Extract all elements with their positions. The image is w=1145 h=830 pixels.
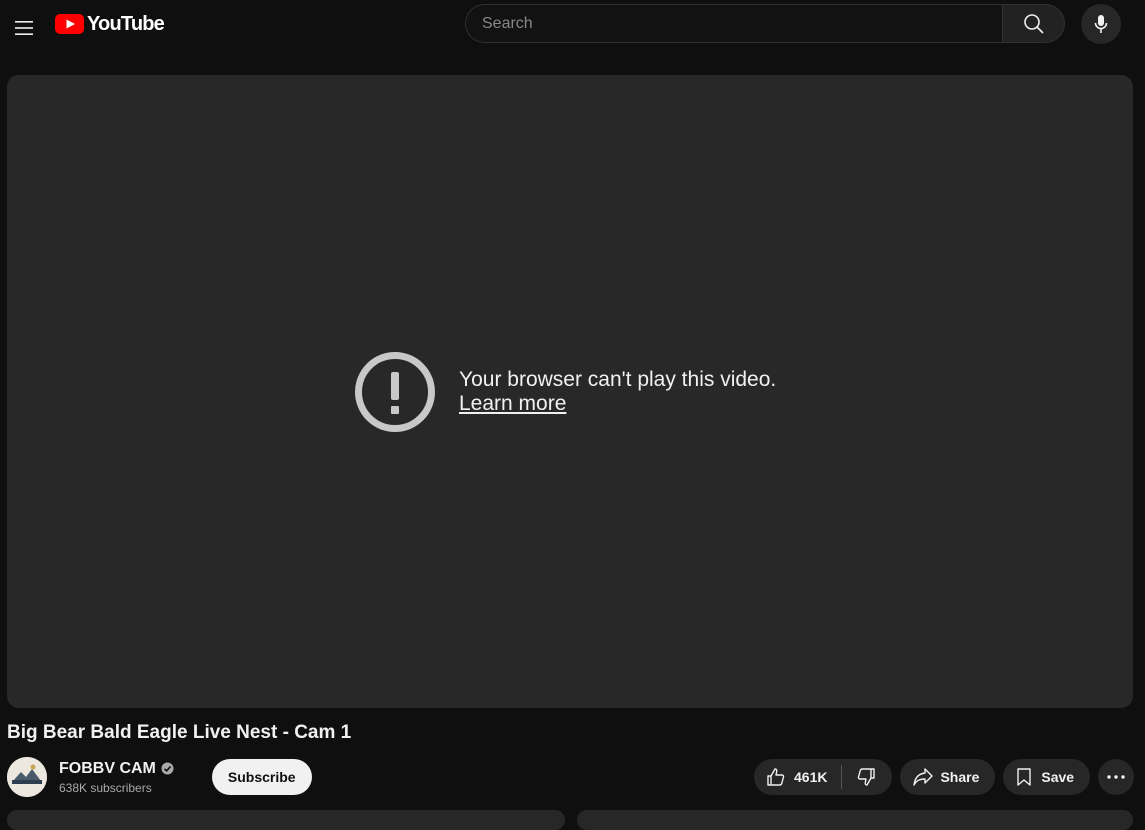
learn-more-link[interactable]: Learn more bbox=[459, 392, 776, 416]
like-button[interactable]: 461K bbox=[754, 759, 841, 795]
search-button[interactable] bbox=[1002, 4, 1065, 43]
description-card[interactable] bbox=[7, 810, 565, 830]
logo-wordmark: YouTube bbox=[87, 12, 165, 35]
dislike-icon bbox=[858, 768, 876, 786]
like-icon bbox=[767, 768, 785, 786]
youtube-logo-icon bbox=[55, 14, 84, 34]
dislike-button[interactable] bbox=[842, 759, 892, 795]
subscriber-count: 638K subscribers bbox=[59, 780, 152, 795]
share-icon bbox=[913, 768, 934, 786]
alert-icon bbox=[355, 352, 435, 432]
menu-icon bbox=[15, 21, 33, 35]
verified-icon bbox=[161, 762, 174, 775]
youtube-logo[interactable]: YouTube bbox=[55, 12, 165, 36]
channel-avatar[interactable] bbox=[7, 757, 47, 797]
like-count: 461K bbox=[794, 769, 828, 785]
guide-menu-button[interactable] bbox=[4, 8, 44, 48]
search-icon bbox=[1023, 13, 1044, 34]
voice-search-button[interactable] bbox=[1081, 4, 1121, 44]
save-button[interactable]: Save bbox=[1003, 759, 1091, 795]
more-actions-button[interactable] bbox=[1098, 759, 1135, 795]
video-actions: 461K Share Save bbox=[754, 759, 1135, 795]
channel-name-link[interactable]: FOBBV CAM bbox=[59, 760, 174, 778]
more-icon bbox=[1107, 775, 1125, 779]
save-icon bbox=[1017, 768, 1032, 786]
secondary-card[interactable] bbox=[577, 810, 1133, 830]
search-input[interactable] bbox=[465, 4, 1002, 43]
error-message: Your browser can't play this video. bbox=[459, 368, 777, 391]
video-title: Big Bear Bald Eagle Live Nest - Cam 1 bbox=[7, 722, 352, 743]
channel-logo-icon bbox=[7, 757, 47, 797]
video-player[interactable]: Your browser can't play this video. Lear… bbox=[7, 75, 1133, 708]
save-label: Save bbox=[1041, 769, 1075, 785]
mic-icon bbox=[1094, 15, 1108, 33]
search-box bbox=[465, 4, 1065, 43]
subscribe-button[interactable]: Subscribe bbox=[211, 759, 312, 795]
share-button[interactable]: Share bbox=[900, 759, 996, 795]
channel-owner-row: FOBBV CAM 638K subscribers Subscribe bbox=[7, 757, 312, 797]
share-label: Share bbox=[940, 769, 980, 785]
playback-error: Your browser can't play this video. Lear… bbox=[355, 352, 776, 432]
masthead: YouTube bbox=[0, 0, 1145, 56]
channel-name: FOBBV CAM bbox=[59, 759, 156, 777]
like-dislike-group: 461K bbox=[754, 759, 893, 795]
